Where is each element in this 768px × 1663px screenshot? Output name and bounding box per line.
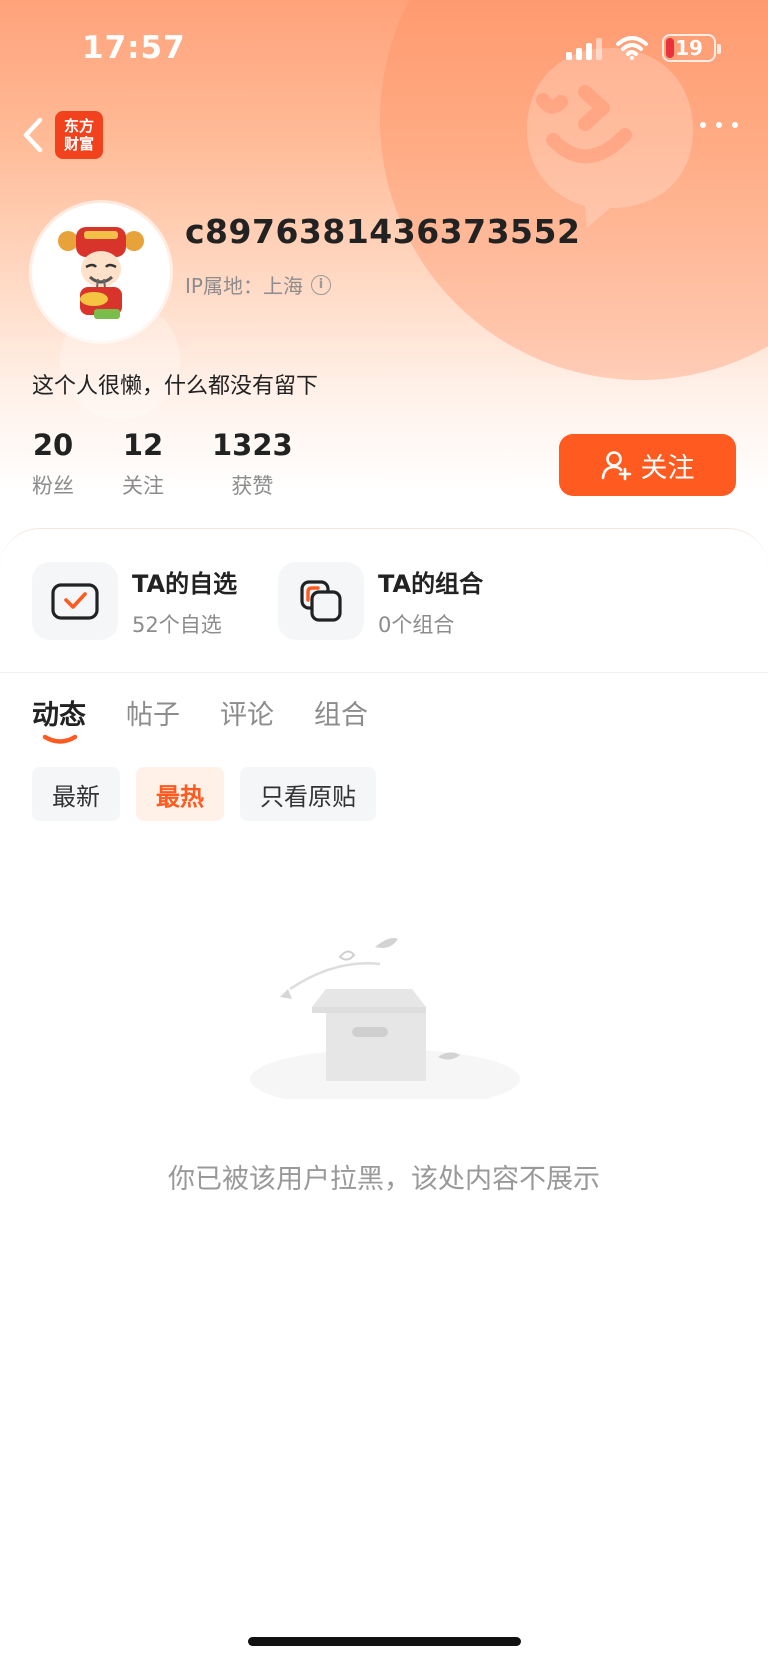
follow-button[interactable]: 关注: [559, 434, 736, 496]
wifi-icon: [616, 36, 648, 60]
filter-chips: 最新 最热 只看原贴: [32, 767, 376, 821]
tab-posts[interactable]: 帖子: [126, 693, 180, 732]
add-user-icon: [601, 451, 631, 481]
chevron-left-icon[interactable]: [18, 114, 48, 156]
more-dots-icon[interactable]: [700, 122, 738, 128]
follow-label: 关注: [640, 452, 695, 484]
battery-level: 19: [675, 36, 703, 60]
stat-likes: 1323 获赞: [212, 428, 293, 500]
shortcut-portfolio[interactable]: TA的组合 0个组合: [278, 562, 483, 640]
filter-latest[interactable]: 最新: [32, 767, 120, 821]
watchlist-check-icon: [32, 562, 118, 640]
tab-activity[interactable]: 动态: [32, 693, 86, 732]
cellular-signal-icon: [566, 36, 602, 60]
avatar[interactable]: [32, 203, 170, 341]
section-divider: [0, 672, 768, 673]
info-icon[interactable]: i: [310, 274, 331, 295]
stat-value: 1323: [212, 428, 293, 462]
tab-portfolios[interactable]: 组合: [314, 693, 368, 732]
shortcut-title: TA的自选: [132, 569, 238, 598]
stat-followers[interactable]: 20 粉丝: [32, 428, 74, 500]
stat-label: 获赞: [231, 474, 274, 498]
battery-icon: 19: [662, 34, 721, 62]
status-icons: 19: [566, 34, 721, 62]
profile-stats: 20 粉丝 12 关注 1323 获赞: [32, 428, 341, 500]
shortcut-subtitle: 0个组合: [378, 612, 455, 637]
shortcut-title: TA的组合: [378, 569, 484, 598]
content-tabs: 动态 帖子 评论 组合: [32, 693, 368, 732]
ip-location: IP属地：上海 i: [185, 270, 331, 299]
stat-following[interactable]: 12 关注: [122, 428, 164, 500]
status-time: 17:57: [82, 30, 186, 66]
stat-value: 20: [32, 428, 74, 462]
user-bio: 这个人很懒，什么都没有留下: [32, 374, 319, 399]
username: c8976381436373552: [185, 212, 581, 251]
shortcut-subtitle: 52个自选: [132, 612, 222, 637]
active-tab-indicator: [42, 734, 78, 744]
app-logo-line1: 东方: [63, 117, 94, 135]
smiley-bubble-decoration-icon: [527, 48, 693, 228]
filter-original-only[interactable]: 只看原贴: [240, 767, 376, 821]
fortune-god-avatar-icon: [58, 227, 144, 319]
empty-box-icon: [250, 938, 520, 1099]
ip-location-label: IP属地：上海: [185, 274, 303, 298]
shortcut-watchlist[interactable]: TA的自选 52个自选: [32, 562, 237, 640]
content-card: TA的自选 52个自选 TA的组合 0个组合 动态 帖子 评论 组合 最新 最热…: [0, 528, 768, 1663]
blocked-message: 你已被该用户拉黑，该处内容不展示: [168, 1164, 600, 1195]
stat-label: 粉丝: [32, 474, 74, 498]
stat-label: 关注: [122, 474, 164, 498]
portfolio-icon: [278, 562, 364, 640]
home-indicator[interactable]: [248, 1637, 521, 1646]
stat-value: 12: [122, 428, 164, 462]
app-logo: 东方 财富: [55, 111, 103, 159]
app-logo-line2: 财富: [63, 135, 94, 153]
filter-hottest[interactable]: 最热: [136, 767, 224, 821]
tab-comments[interactable]: 评论: [220, 693, 274, 732]
